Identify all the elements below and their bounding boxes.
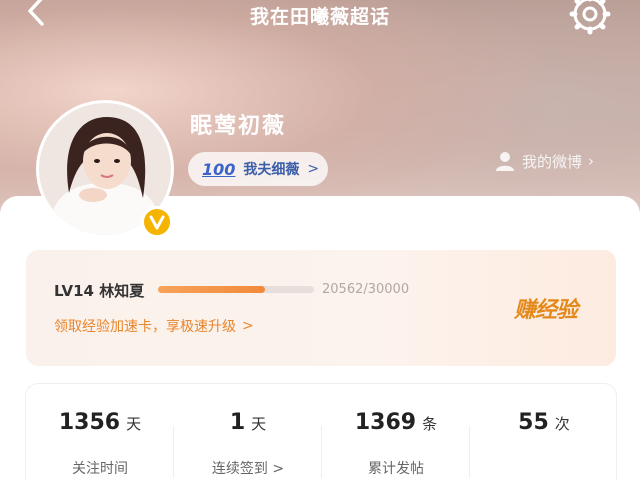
speed-card-link[interactable]: 领取经验加速卡，享极速升级 > — [54, 316, 254, 336]
level-progress-label: 20562/30000 — [322, 282, 410, 297]
chevron-right-icon: › — [588, 152, 595, 170]
my-weibo-label: 我的微博 — [522, 152, 583, 171]
chevron-right-icon: > — [242, 318, 254, 334]
stat-follow-days: 1356 天 关注时间 — [26, 410, 174, 477]
chevron-right-icon: > — [307, 161, 320, 177]
stat-unit: 天 — [126, 415, 142, 433]
stat-value: 1356 — [58, 410, 121, 435]
stats-panel: 1356 天 关注时间 1天 连续签到 > 1369 条 累计发帖 55 次 — [26, 384, 616, 480]
stat-unit: 次 — [554, 415, 570, 433]
user-icon — [496, 152, 514, 171]
stat-value: 55 — [518, 410, 549, 435]
fan-badge-button[interactable]: 100 我夫细薇 > — [188, 152, 328, 186]
level-progress-fill — [158, 286, 265, 293]
stat-value: 1 — [229, 410, 246, 435]
fan-badge-label: 我夫细薇 — [243, 162, 300, 178]
stat-total-posts: 1369 条 累计发帖 — [322, 410, 470, 477]
stat-unit: 天 — [251, 415, 267, 433]
level-card: LV14 林知夏 20562/30000 领取经验加速卡，享极速升级 > 赚经验 — [26, 250, 616, 366]
top-bar: 我在田曦薇超话 — [0, 0, 640, 35]
gear-icon[interactable] — [568, 0, 612, 36]
stat-unit: 条 — [422, 415, 438, 433]
stat-label: 连续签到 > — [211, 461, 285, 477]
stat-label: 累计发帖 — [368, 461, 424, 477]
stat-value: 1369 — [354, 410, 417, 435]
stat-checkin-streak[interactable]: 1天 连续签到 > — [174, 410, 322, 477]
level-progress-bar — [158, 286, 314, 293]
username: 眠莺初薇 — [190, 114, 287, 139]
stat-label: 关注时间 — [72, 461, 128, 477]
earn-exp-button[interactable]: 赚经验 — [514, 292, 578, 324]
hundred-points-icon: 100 — [202, 159, 236, 179]
level-text: LV14 林知夏 — [54, 282, 145, 300]
verified-badge-icon — [141, 206, 173, 238]
stat-count: 55 次 — [470, 410, 618, 435]
speed-card-label: 领取经验加速卡，享极速升级 — [54, 319, 236, 335]
page-title: 我在田曦薇超话 — [249, 6, 390, 28]
my-weibo-link[interactable]: 我的微博 › — [494, 148, 594, 174]
